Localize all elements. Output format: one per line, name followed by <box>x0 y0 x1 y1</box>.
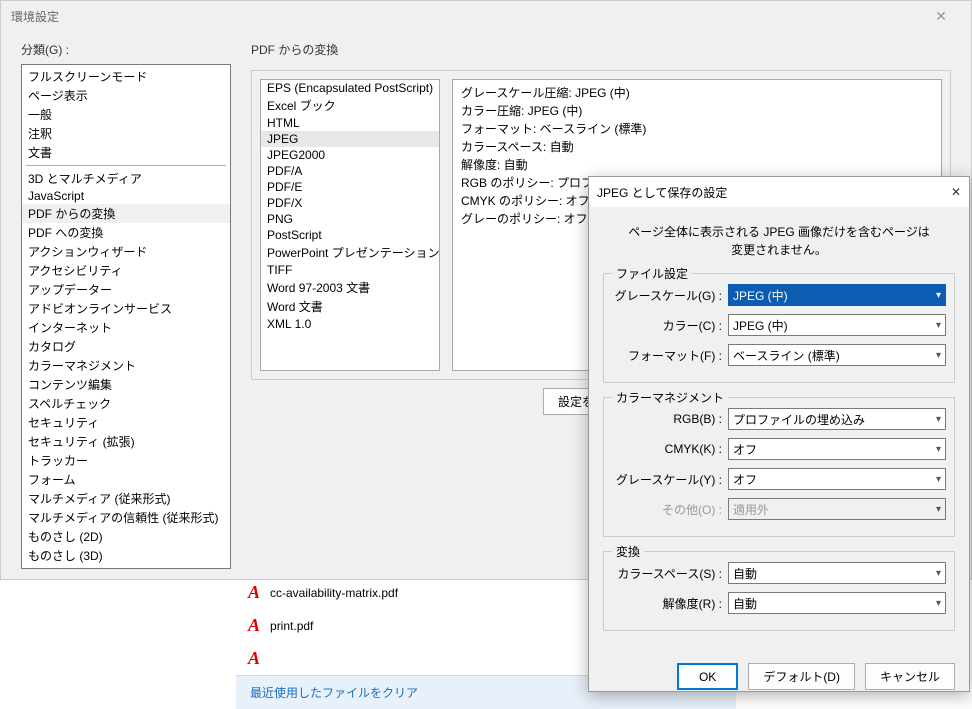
category-item[interactable]: コンテンツ編集 <box>22 375 230 394</box>
category-item[interactable]: フォーム <box>22 470 230 489</box>
format-item[interactable]: PDF/X <box>261 195 439 211</box>
category-item[interactable]: PDF からの変換 <box>22 204 230 223</box>
category-item[interactable]: ものさし (地図情報) <box>22 565 230 569</box>
format-label: フォーマット(F) : <box>612 347 722 364</box>
category-item[interactable]: カラーマネジメント <box>22 356 230 375</box>
format-item[interactable]: PNG <box>261 211 439 227</box>
format-item[interactable]: JPEG2000 <box>261 147 439 163</box>
category-item[interactable]: アクセシビリティ <box>22 261 230 280</box>
dialog-title: 環境設定 <box>11 8 59 25</box>
chevron-down-icon: ▾ <box>936 350 941 361</box>
format-item[interactable]: PDF/A <box>261 163 439 179</box>
gray2-label: グレースケール(Y) : <box>612 471 722 488</box>
categories-listbox[interactable]: フルスクリーンモードページ表示一般注釈文書 3D とマルチメディアJavaScri… <box>21 64 231 569</box>
setting-line: カラー圧縮: JPEG (中) <box>461 102 933 120</box>
file-name: cc-availability-matrix.pdf <box>270 586 398 600</box>
category-item[interactable]: トラッカー <box>22 451 230 470</box>
conversion-group: 変換 カラースペース(S) : 自動▾ 解像度(R) : 自動▾ <box>603 551 955 631</box>
format-select[interactable]: ベースライン (標準)▾ <box>728 344 946 366</box>
chevron-down-icon: ▾ <box>936 504 941 515</box>
rgb-label: RGB(B) : <box>612 412 722 426</box>
category-item[interactable]: マルチメディア (従来形式) <box>22 489 230 508</box>
other-label: その他(O) : <box>612 501 722 518</box>
category-item[interactable]: PDF への変換 <box>22 223 230 242</box>
colorspace-select[interactable]: 自動▾ <box>728 562 946 584</box>
default-button[interactable]: デフォルト(D) <box>748 663 855 690</box>
resolution-label: 解像度(R) : <box>612 595 722 612</box>
rgb-select[interactable]: プロファイルの埋め込み▾ <box>728 408 946 430</box>
jpeg-titlebar: JPEG として保存の設定 ✕ <box>589 177 969 207</box>
format-item[interactable]: Word 文書 <box>261 297 439 316</box>
group-label: ファイル設定 <box>612 265 692 282</box>
categories-label: 分類(G) : <box>21 41 231 58</box>
jpeg-save-settings-dialog: JPEG として保存の設定 ✕ ページ全体に表示される JPEG 画像だけを含む… <box>588 176 970 692</box>
category-item[interactable]: マルチメディアの信頼性 (従来形式) <box>22 508 230 527</box>
setting-line: 解像度: 自動 <box>461 156 933 174</box>
color-management-group: カラーマネジメント RGB(B) : プロファイルの埋め込み▾ CMYK(K) … <box>603 397 955 537</box>
category-item[interactable]: ものさし (2D) <box>22 527 230 546</box>
format-item[interactable]: PostScript <box>261 227 439 243</box>
group-label: 変換 <box>612 543 644 560</box>
resolution-select[interactable]: 自動▾ <box>728 592 946 614</box>
format-item[interactable]: JPEG <box>261 131 439 147</box>
category-item[interactable]: ページ表示 <box>22 86 230 105</box>
format-item[interactable]: XML 1.0 <box>261 316 439 332</box>
format-item[interactable]: PowerPoint プレゼンテーション <box>261 243 439 262</box>
ok-button[interactable]: OK <box>677 663 738 690</box>
category-item[interactable]: 一般 <box>22 105 230 124</box>
category-item[interactable]: フルスクリーンモード <box>22 67 230 86</box>
file-settings-group: ファイル設定 グレースケール(G) : JPEG (中)▾ カラー(C) : J… <box>603 273 955 383</box>
group-label: カラーマネジメント <box>612 389 728 406</box>
category-item[interactable]: 注釈 <box>22 124 230 143</box>
chevron-down-icon: ▾ <box>936 444 941 455</box>
chevron-down-icon: ▾ <box>936 290 941 301</box>
format-item[interactable]: PDF/E <box>261 179 439 195</box>
chevron-down-icon: ▾ <box>936 414 941 425</box>
setting-line: カラースペース: 自動 <box>461 138 933 156</box>
category-item[interactable]: JavaScript <box>22 188 230 204</box>
close-icon[interactable]: ✕ <box>951 185 961 199</box>
close-icon[interactable]: ✕ <box>921 2 961 30</box>
category-item[interactable]: 文書 <box>22 143 230 162</box>
chevron-down-icon: ▾ <box>936 568 941 579</box>
pdf-icon: A <box>248 648 260 669</box>
category-item[interactable]: セキュリティ <box>22 413 230 432</box>
setting-line: フォーマット: ベースライン (標準) <box>461 120 933 138</box>
category-item[interactable]: スペルチェック <box>22 394 230 413</box>
category-item[interactable]: インターネット <box>22 318 230 337</box>
category-item[interactable]: アクションウィザード <box>22 242 230 261</box>
grayscale-select[interactable]: JPEG (中)▾ <box>728 284 946 306</box>
pdf-convert-label: PDF からの変換 <box>251 41 951 58</box>
chevron-down-icon: ▾ <box>936 320 941 331</box>
format-item[interactable]: Word 97-2003 文書 <box>261 278 439 297</box>
jpeg-dialog-title: JPEG として保存の設定 <box>597 184 727 201</box>
cmyk-label: CMYK(K) : <box>612 442 722 456</box>
category-item[interactable]: アップデーター <box>22 280 230 299</box>
chevron-down-icon: ▾ <box>936 598 941 609</box>
format-item[interactable]: Excel ブック <box>261 96 439 115</box>
category-item[interactable]: カタログ <box>22 337 230 356</box>
pdf-icon: A <box>248 615 260 636</box>
setting-line: グレースケール圧縮: JPEG (中) <box>461 84 933 102</box>
color-select[interactable]: JPEG (中)▾ <box>728 314 946 336</box>
file-name: print.pdf <box>270 619 313 633</box>
grayscale-label: グレースケール(G) : <box>612 287 722 304</box>
colorspace-label: カラースペース(S) : <box>612 565 722 582</box>
other-select: 適用外▾ <box>728 498 946 520</box>
format-item[interactable]: EPS (Encapsulated PostScript) <box>261 80 439 96</box>
format-item[interactable]: TIFF <box>261 262 439 278</box>
titlebar: 環境設定 ✕ <box>1 1 971 31</box>
chevron-down-icon: ▾ <box>936 474 941 485</box>
category-item[interactable]: アドビオンラインサービス <box>22 299 230 318</box>
format-item[interactable]: HTML <box>261 115 439 131</box>
format-listbox[interactable]: EPS (Encapsulated PostScript)Excel ブックHT… <box>260 79 440 371</box>
category-item[interactable]: ものさし (3D) <box>22 546 230 565</box>
category-item[interactable]: セキュリティ (拡張) <box>22 432 230 451</box>
cmyk-select[interactable]: オフ▾ <box>728 438 946 460</box>
pdf-icon: A <box>248 582 260 603</box>
color-label: カラー(C) : <box>612 317 722 334</box>
category-item[interactable]: 3D とマルチメディア <box>22 169 230 188</box>
gray2-select[interactable]: オフ▾ <box>728 468 946 490</box>
cancel-button[interactable]: キャンセル <box>865 663 955 690</box>
